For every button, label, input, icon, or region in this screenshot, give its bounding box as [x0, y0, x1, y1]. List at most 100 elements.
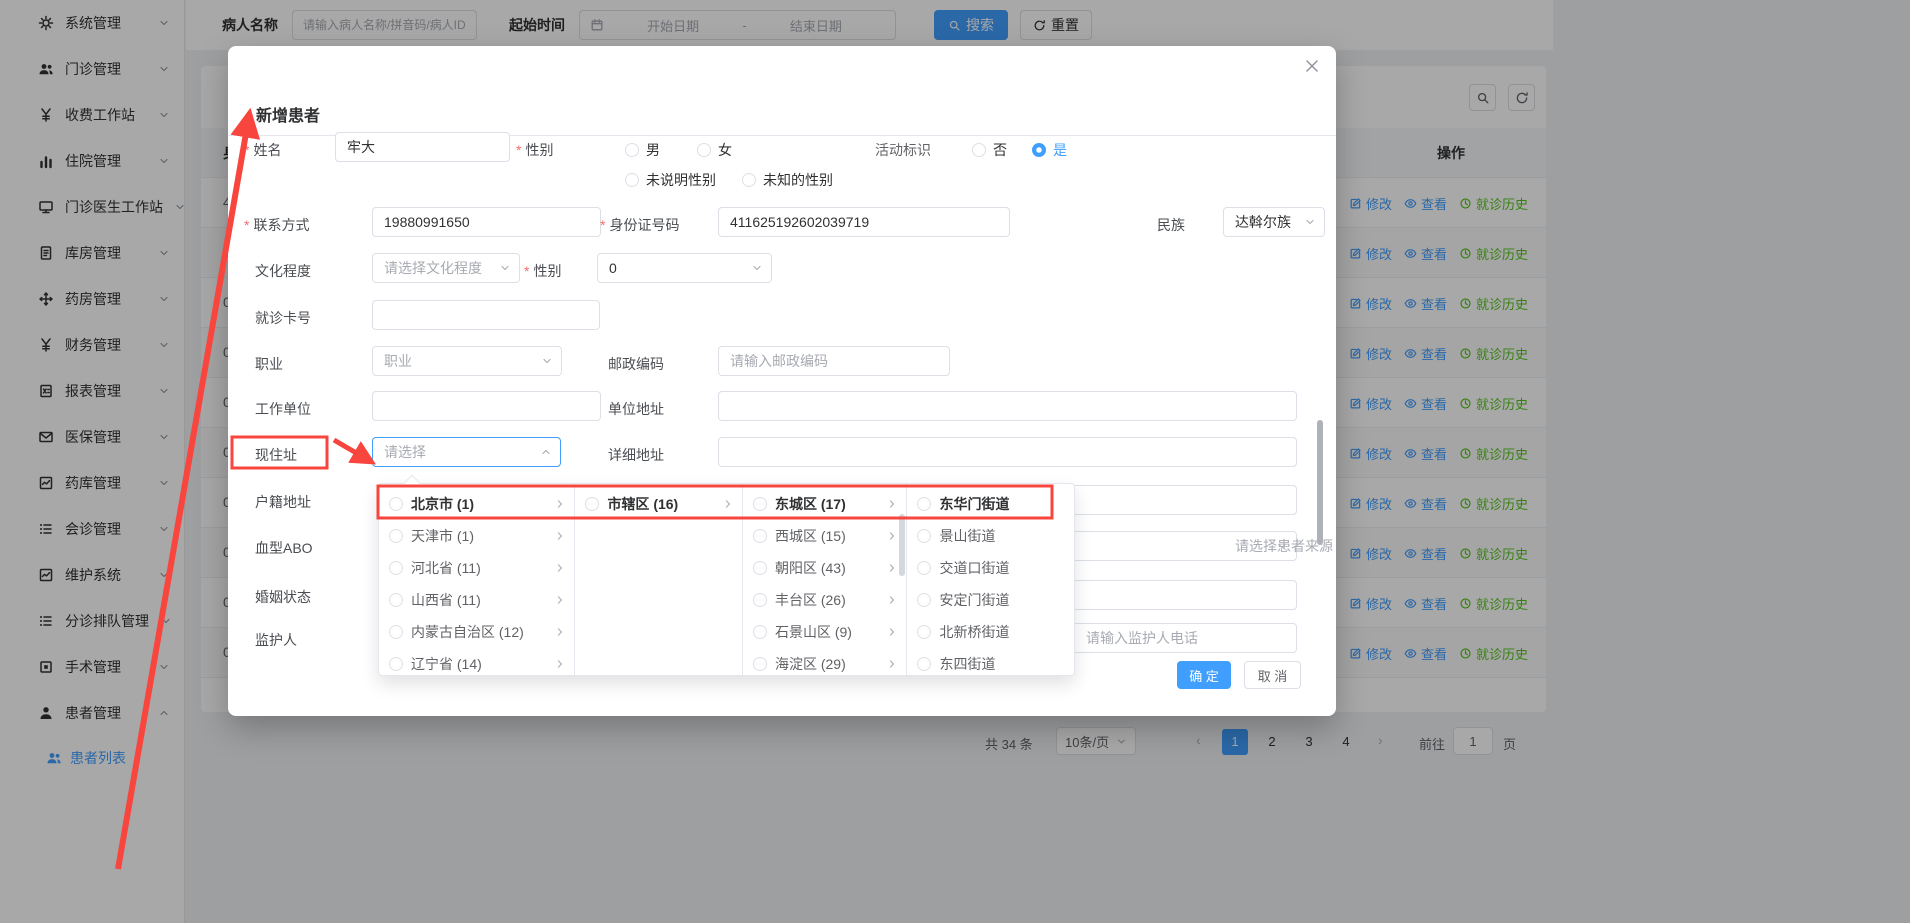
chev-right-icon [554, 594, 566, 606]
chev-right-icon [554, 498, 566, 510]
chev-right-icon [886, 530, 898, 542]
gender-radio-female[interactable]: 女 [697, 140, 732, 160]
cascader-option[interactable]: 丰台区 (26) [743, 584, 907, 616]
cancel-button[interactable]: 取 消 [1244, 661, 1301, 689]
cascader-option[interactable]: 东城区 (17) [743, 488, 907, 520]
confirm-button[interactable]: 确 定 [1177, 661, 1231, 689]
gender-radio-unknown[interactable]: 未知的性别 [742, 170, 833, 190]
cascader-column-1: 北京市 (1) 天津市 (1) 河北省 (11) 山西省 (11) 内蒙古自治区 (12… [379, 484, 575, 675]
chev-right-icon [554, 626, 566, 638]
address-cascader-panel: 北京市 (1) 天津市 (1) 河北省 (11) 山西省 (11) 内蒙古自治区 (12… [378, 483, 1075, 676]
cascader-option[interactable]: 安定门街道 [907, 584, 1074, 616]
cascader-option[interactable]: 东华门街道 [907, 488, 1074, 520]
cascader-option[interactable]: 河北省 (11) [379, 552, 574, 584]
cascader-option[interactable]: 辽宁省 (14) [379, 648, 574, 676]
cascader-option[interactable]: 朝阳区 (43) [743, 552, 907, 584]
current-address-placeholder: 请选择 [384, 442, 426, 462]
radio-circle-icon [753, 497, 767, 511]
education-select[interactable]: 请选择文化程度 [372, 253, 520, 283]
employer-address-label: 单位地址 [608, 399, 664, 419]
gender-radio-male[interactable]: 男 [625, 140, 660, 160]
cascader-option[interactable]: 交道口街道 [907, 552, 1074, 584]
cascader-scrollbar[interactable] [899, 514, 905, 576]
cascader-option[interactable]: 山西省 (11) [379, 584, 574, 616]
cascader-option[interactable]: 石景山区 (9) [743, 616, 907, 648]
chevron-down-icon [1276, 540, 1288, 552]
cascader-option-label: 北新桥街道 [939, 622, 1066, 642]
cascader-option-label: 西城区 (15) [775, 526, 879, 546]
chevron-down-icon [541, 355, 553, 367]
occupation-placeholder: 职业 [384, 351, 412, 371]
active-flag-label: 活动标识 [875, 140, 931, 160]
chevron-down-icon [499, 262, 511, 274]
cascader-option[interactable]: 东四街道 [907, 648, 1074, 676]
radio-circle-icon [389, 657, 403, 671]
chev-right-icon [886, 498, 898, 510]
radio-circle-icon [753, 593, 767, 607]
card-no-input[interactable] [372, 300, 600, 330]
cascader-option-label: 天津市 (1) [411, 526, 546, 546]
chevron-down-icon [1304, 216, 1316, 228]
ethnic-label: 民族 [1157, 215, 1185, 235]
cascader-option[interactable]: 海淀区 (29) [743, 648, 907, 676]
cascader-column-2: 市辖区 (16) [575, 484, 743, 675]
cascader-option-label: 朝阳区 (43) [775, 558, 879, 578]
cascader-option-label: 内蒙古自治区 (12) [411, 622, 546, 642]
radio-circle-icon [753, 561, 767, 575]
chevron-down-icon [751, 262, 763, 274]
radio-circle-icon [917, 497, 931, 511]
active-flag-radio-no[interactable]: 否 [972, 140, 1007, 160]
detail-address-input[interactable] [718, 437, 1297, 467]
employer-input[interactable] [372, 391, 601, 421]
cascader-option[interactable]: 天津市 (1) [379, 520, 574, 552]
cascader-option[interactable]: 北新桥街道 [907, 616, 1074, 648]
add-patient-modal: 新增患者 *姓名 *性别 男 女 活动标识 否 是 未说明性别 未知的性别 *联… [228, 46, 1336, 716]
gender-radio-unstated[interactable]: 未说明性别 [625, 170, 716, 190]
chev-right-icon [886, 626, 898, 638]
postal-label: 邮政编码 [608, 354, 664, 374]
radio-circle-icon [753, 625, 767, 639]
cascader-option[interactable]: 西城区 (15) [743, 520, 907, 552]
radio-circle-icon [917, 529, 931, 543]
modal-scrollbar[interactable] [1317, 420, 1323, 545]
id-card-input[interactable] [718, 207, 1010, 237]
cascader-option-label: 北京市 (1) [411, 494, 546, 514]
current-address-label: 现住址 [255, 445, 297, 465]
cascader-option-label: 交道口街道 [939, 558, 1066, 578]
cascader-option[interactable]: 北京市 (1) [379, 488, 574, 520]
cascader-column-4: 东华门街道景山街道交道口街道安定门街道北新桥街道东四街道 [907, 484, 1074, 675]
chev-right-icon [886, 658, 898, 670]
occupation-select[interactable]: 职业 [372, 346, 562, 376]
cascader-option-label: 东城区 (17) [775, 494, 879, 514]
current-address-select[interactable]: 请选择 [372, 437, 561, 467]
radio-circle-icon [389, 561, 403, 575]
cascader-option-label: 东四街道 [939, 654, 1066, 674]
radio-circle-icon [753, 657, 767, 671]
name-input[interactable] [335, 132, 510, 162]
cascader-option-label: 市辖区 (16) [607, 494, 714, 514]
gender-code-label: *性别 [524, 261, 561, 281]
employer-address-input[interactable] [718, 391, 1297, 421]
registered-address-label: 户籍地址 [255, 492, 311, 512]
cascader-option-label: 辽宁省 (14) [411, 654, 546, 674]
contact-input[interactable] [372, 207, 601, 237]
radio-circle-icon [753, 529, 767, 543]
ethnic-select[interactable]: 达斡尔族 [1223, 207, 1325, 237]
education-label: 文化程度 [255, 261, 311, 281]
close-icon[interactable] [1304, 58, 1320, 74]
cascader-option[interactable]: 市辖区 (16) [575, 488, 742, 520]
gender-label: *性别 [516, 140, 553, 160]
cascader-option-label: 石景山区 (9) [775, 622, 879, 642]
active-flag-radio-yes[interactable]: 是 [1032, 140, 1067, 160]
cascader-option[interactable]: 内蒙古自治区 (12) [379, 616, 574, 648]
chev-right-icon [886, 562, 898, 574]
cascader-option[interactable]: 景山街道 [907, 520, 1074, 552]
occupation-label: 职业 [255, 354, 283, 374]
card-no-label: 就诊卡号 [255, 308, 311, 328]
chevron-up-icon [540, 446, 552, 458]
gender-code-select[interactable]: 0 [597, 253, 772, 283]
cascader-option-label: 河北省 (11) [411, 558, 546, 578]
postal-input[interactable] [718, 346, 950, 376]
education-placeholder: 请选择文化程度 [384, 258, 482, 278]
contact-label: *联系方式 [244, 215, 309, 235]
